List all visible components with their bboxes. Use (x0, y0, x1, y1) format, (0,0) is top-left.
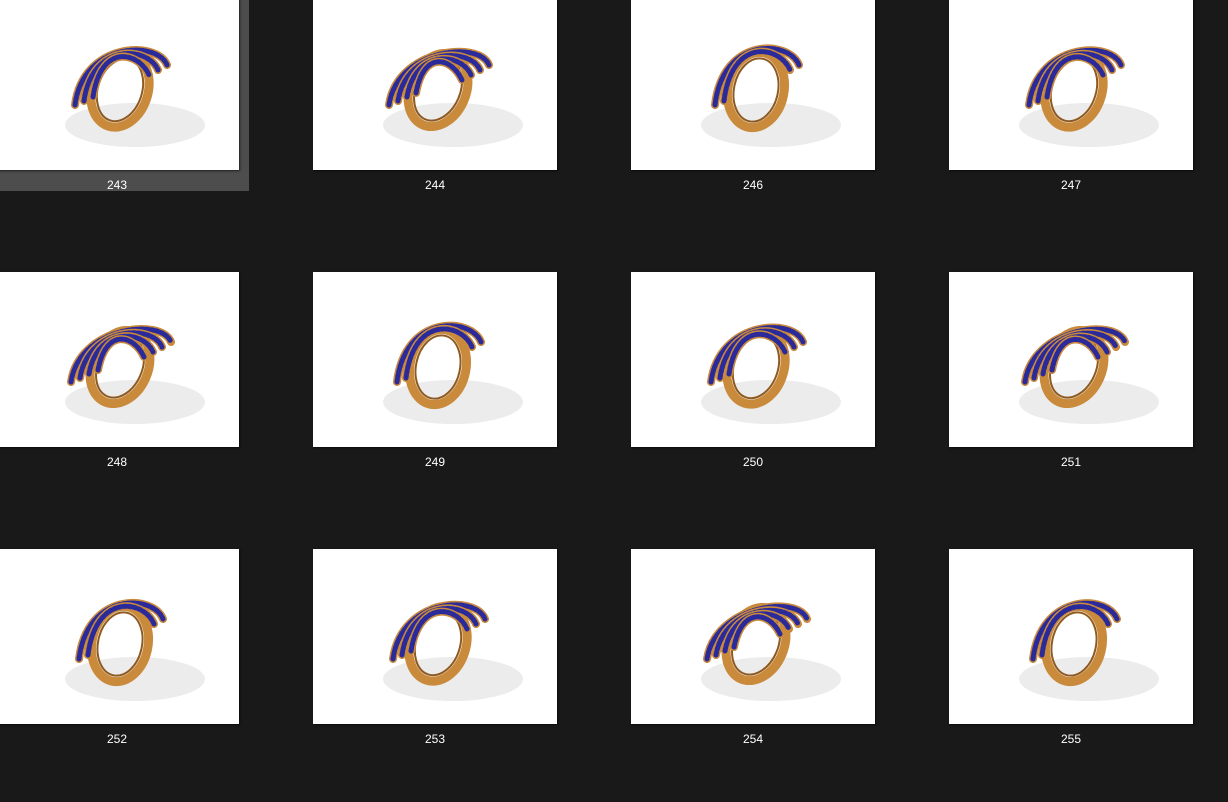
gold-ring-with-blue-sapphire-pave-icon[interactable] (0, 549, 239, 724)
thumbnail-caption: 246 (742, 178, 764, 192)
thumbnail-item[interactable]: 254 (626, 549, 880, 746)
gold-ring-with-blue-sapphire-pave-icon[interactable] (0, 0, 239, 170)
thumbnail-item[interactable]: 246 (626, 0, 880, 192)
thumbnail-caption: 243 (106, 178, 128, 192)
thumbnail-caption: 247 (1060, 178, 1082, 192)
thumbnail-item[interactable]: 250 (626, 272, 880, 469)
thumbnail-item[interactable]: 244 (308, 0, 562, 192)
gold-ring-with-blue-sapphire-pave-icon[interactable] (313, 0, 557, 170)
thumbnail-item[interactable]: 255 (944, 549, 1198, 746)
thumbnail-item[interactable]: 252 (0, 549, 244, 746)
thumbnail-caption: 255 (1060, 732, 1082, 746)
gold-ring-with-blue-sapphire-pave-icon[interactable] (0, 272, 239, 447)
gold-ring-with-blue-sapphire-pave-icon[interactable] (949, 0, 1193, 170)
gold-ring-with-blue-sapphire-pave-icon[interactable] (313, 549, 557, 724)
gold-ring-with-blue-sapphire-pave-icon[interactable] (631, 272, 875, 447)
thumbnail-caption: 244 (424, 178, 446, 192)
thumbnail-item[interactable]: 251 (944, 272, 1198, 469)
thumbnail-caption: 249 (424, 455, 446, 469)
gold-ring-with-blue-sapphire-pave-icon[interactable] (949, 549, 1193, 724)
thumbnail-caption: 252 (106, 732, 128, 746)
thumbnail-caption: 254 (742, 732, 764, 746)
thumbnail-caption: 250 (742, 455, 764, 469)
thumbnail-item[interactable]: 249 (308, 272, 562, 469)
thumbnail-item[interactable]: 247 (944, 0, 1198, 192)
thumbnail-item[interactable]: 243 (0, 0, 249, 192)
thumbnail-gallery: 243 244 246 247 248 249 250 251 252 253 254 255 (0, 0, 1228, 802)
gold-ring-with-blue-sapphire-pave-icon[interactable] (313, 272, 557, 447)
thumbnail-caption: 248 (106, 455, 128, 469)
thumbnail-item[interactable]: 248 (0, 272, 244, 469)
thumbnail-caption: 253 (424, 732, 446, 746)
gold-ring-with-blue-sapphire-pave-icon[interactable] (631, 549, 875, 724)
gold-ring-with-blue-sapphire-pave-icon[interactable] (631, 0, 875, 170)
thumbnail-caption: 251 (1060, 455, 1082, 469)
gold-ring-with-blue-sapphire-pave-icon[interactable] (949, 272, 1193, 447)
thumbnail-item[interactable]: 253 (308, 549, 562, 746)
